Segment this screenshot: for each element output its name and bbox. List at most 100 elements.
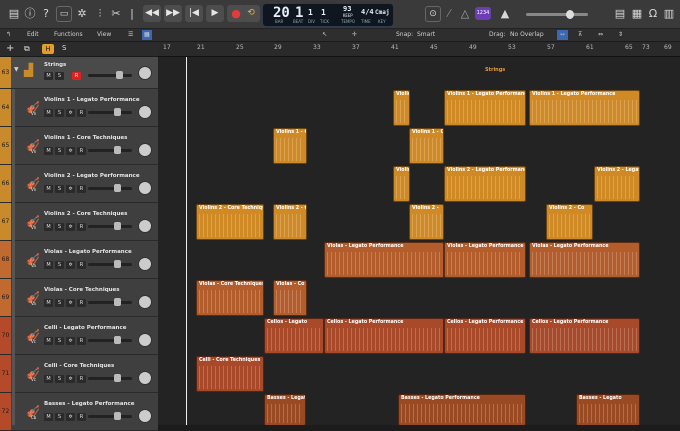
- mute-button[interactable]: M: [44, 147, 53, 155]
- pointer-tool-icon[interactable]: ↖: [322, 30, 327, 40]
- volume-knob[interactable]: [114, 336, 121, 344]
- region-cct[interactable]: Celli - Core Techniques: [196, 356, 264, 392]
- region-blp[interactable]: Basses - Legato: [576, 394, 640, 425]
- track-name[interactable]: Strings: [44, 62, 66, 68]
- track-row[interactable]: 63 ▼ ▟ Strings M S R: [0, 57, 158, 89]
- functions-menu[interactable]: Functions: [54, 30, 83, 40]
- region-v2ct[interactable]: Violins 2 - C: [273, 204, 307, 240]
- record-enable-button[interactable]: R: [77, 109, 86, 117]
- play-button[interactable]: ▶: [206, 5, 224, 22]
- solo-button[interactable]: S: [55, 185, 64, 193]
- volume-slider[interactable]: [88, 184, 132, 192]
- pan-knob[interactable]: [138, 295, 152, 309]
- region-clp[interactable]: Cellos - Legato Performance: [529, 318, 640, 354]
- volume-knob[interactable]: [114, 412, 121, 420]
- mute-button[interactable]: M: [44, 299, 53, 307]
- list-view-icon[interactable]: ☰: [128, 30, 133, 40]
- toolbar-icon[interactable]: ▭: [56, 6, 72, 22]
- record-enable-button[interactable]: R: [77, 337, 86, 345]
- volume-slider[interactable]: [88, 260, 132, 268]
- metronome-icon[interactable]: △: [457, 6, 473, 22]
- lcd-display[interactable]: 20 1 1 1 93 KEEP 4/4 Cmaj BAR BEAT DIV T…: [262, 3, 394, 27]
- duplicate-track-icon[interactable]: ⧉: [24, 44, 30, 54]
- region-clp[interactable]: Cellos - Legato Performance: [444, 318, 526, 354]
- track-name[interactable]: Violins 2 - Core Techniques: [44, 211, 127, 217]
- smart-tempo-icon[interactable]: ⊙: [425, 6, 441, 22]
- pan-knob[interactable]: [138, 409, 152, 423]
- track-row[interactable]: 64 🎻 Vn Violins 1 - Legato Performance M S ✲ R: [0, 89, 158, 127]
- mute-button[interactable]: M: [44, 109, 53, 117]
- volume-slider[interactable]: [88, 412, 132, 420]
- record-enable-button[interactable]: R: [77, 223, 86, 231]
- region-v2lp[interactable]: Violins 2: [393, 166, 410, 202]
- track-row[interactable]: 68 🎻 Va Violas - Legato Performance M S ✲ R: [0, 241, 158, 279]
- track-row[interactable]: 66 🎻 Vn Violins 2 - Legato Performance M S ✲ R: [0, 165, 158, 203]
- track-name[interactable]: Violins 2 - Legato Performance: [44, 173, 140, 179]
- drag-select[interactable]: No Overlap: [510, 30, 544, 40]
- arrange-area[interactable]: Strings Violins 1 Violins 1 - Legato Perfo…: [158, 57, 680, 425]
- solo-button[interactable]: S: [55, 72, 64, 80]
- region-v1lp[interactable]: Violins 1 - Legato Performance: [444, 90, 526, 126]
- freeze-button[interactable]: ✲: [66, 299, 75, 307]
- freeze-button[interactable]: ✲: [66, 147, 75, 155]
- freeze-button[interactable]: ✲: [66, 261, 75, 269]
- track-row[interactable]: 65 🎻 Vn Violins 1 - Core Techniques M S ✲ R: [0, 127, 158, 165]
- add-track-icon[interactable]: +: [6, 43, 14, 54]
- solo-button[interactable]: S: [55, 223, 64, 231]
- volume-knob[interactable]: [114, 374, 121, 382]
- freeze-button[interactable]: ✲: [66, 337, 75, 345]
- solo-button[interactable]: S: [55, 147, 64, 155]
- editors-icon[interactable]: ✂: [108, 6, 124, 22]
- list-editors-icon[interactable]: ▤: [612, 6, 628, 22]
- region-blp[interactable]: Basses - Legato: [264, 394, 306, 425]
- region-vlp[interactable]: Violas - Legato Performance: [444, 242, 526, 278]
- volume-knob[interactable]: [114, 108, 121, 116]
- count-in-badge[interactable]: 1234: [475, 7, 491, 20]
- region-v2lp[interactable]: Violins 2 - Legato Performance: [444, 166, 526, 202]
- track-row[interactable]: 69 🎻 Va Violas - Core Techniques M S ✲ R: [0, 279, 158, 317]
- mute-button[interactable]: M: [44, 72, 53, 80]
- smart-controls-icon[interactable]: ✲: [74, 6, 90, 22]
- freeze-button[interactable]: ✲: [66, 109, 75, 117]
- track-row[interactable]: 71 🎻 Vc Celli - Core Techniques M S ✲ R: [0, 355, 158, 393]
- record-enable-button[interactable]: R: [72, 72, 81, 80]
- pan-knob[interactable]: [138, 257, 152, 271]
- pan-knob[interactable]: [138, 143, 152, 157]
- region-v1lp[interactable]: Violins 1: [393, 90, 410, 126]
- rewind-button[interactable]: ◀◀: [143, 5, 161, 22]
- region-vct[interactable]: Violas - Co: [273, 280, 307, 316]
- solo-button[interactable]: S: [55, 299, 64, 307]
- pencil-tool-icon[interactable]: ✛: [352, 30, 357, 40]
- volume-slider[interactable]: [88, 374, 132, 382]
- fit-icon[interactable]: ⊼: [578, 30, 582, 40]
- track-name[interactable]: Violins 1 - Legato Performance: [44, 97, 140, 103]
- volume-knob[interactable]: [114, 146, 121, 154]
- library-icon[interactable]: ▤: [6, 6, 22, 22]
- region-vlp[interactable]: Violas - Legato Performance: [529, 242, 640, 278]
- record-enable-button[interactable]: R: [77, 185, 86, 193]
- volume-slider[interactable]: [88, 336, 132, 344]
- timeline-ruler[interactable]: 17 21 25 29 33 37 41 45 49 53 57 61 65 69 73: [158, 42, 680, 57]
- volume-slider[interactable]: [88, 146, 132, 154]
- region-v2ct[interactable]: Violins 2 - Co: [546, 204, 593, 240]
- track-name[interactable]: Violas - Core Techniques: [44, 287, 120, 293]
- mute-button[interactable]: M: [44, 375, 53, 383]
- tuner-icon[interactable]: ⁄: [441, 6, 457, 22]
- cycle-button[interactable]: ⟲: [242, 5, 260, 22]
- loop-browser-icon[interactable]: Ω: [645, 6, 661, 22]
- waveform-zoom-icon[interactable]: ⇿: [557, 30, 569, 40]
- solo-button[interactable]: S: [55, 413, 64, 421]
- region-clp[interactable]: Cellos - Legato Performance: [324, 318, 444, 354]
- freeze-button[interactable]: ✲: [66, 413, 75, 421]
- pan-knob[interactable]: [138, 219, 152, 233]
- track-name[interactable]: Celli - Legato Performance: [44, 325, 126, 331]
- disclosure-triangle-icon[interactable]: ▼: [14, 66, 19, 73]
- region-v1ct[interactable]: Violins 1 - Co: [273, 128, 307, 164]
- notepad-icon[interactable]: ▦: [629, 6, 645, 22]
- forward-button[interactable]: ▶▶: [164, 5, 182, 22]
- master-volume-slider[interactable]: [526, 10, 588, 19]
- volume-slider[interactable]: [88, 71, 132, 79]
- inspector-icon[interactable]: ⓘ: [22, 6, 38, 22]
- solo-button[interactable]: S: [55, 261, 64, 269]
- mute-button[interactable]: M: [44, 185, 53, 193]
